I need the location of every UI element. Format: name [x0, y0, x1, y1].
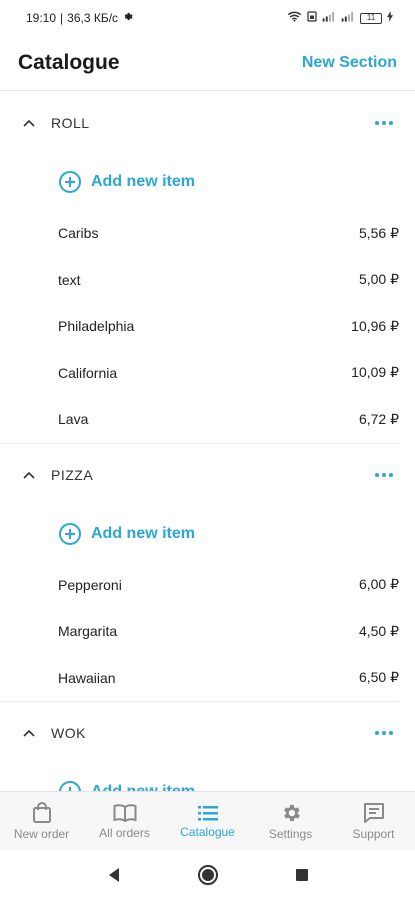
add-circle-icon	[59, 781, 81, 791]
wifi-icon	[287, 11, 302, 25]
nav-label: Settings	[268, 826, 313, 841]
section-title: WOK	[51, 725, 86, 741]
charging-icon	[387, 11, 393, 25]
system-navigation-bar	[0, 850, 415, 900]
recent-apps-icon[interactable]	[290, 863, 314, 887]
list-icon	[197, 804, 219, 822]
page-title: Catalogue	[18, 51, 120, 74]
list-item[interactable]: text 5,00 ₽	[0, 257, 399, 304]
list-item[interactable]: Lava 6,72 ₽	[0, 396, 399, 443]
nav-support[interactable]: Support	[332, 792, 415, 850]
item-price: 4,50 ₽	[358, 622, 399, 639]
list-item[interactable]: Pepperoni 6,00 ₽	[0, 562, 399, 609]
gear-icon	[280, 802, 302, 824]
item-name: Lava	[58, 411, 89, 428]
chevron-up-icon[interactable]	[20, 466, 38, 484]
item-price: 10,09 ₽	[351, 364, 399, 381]
section-header[interactable]: WOK	[0, 702, 399, 764]
nav-label: New order	[13, 826, 70, 841]
section-title: PIZZA	[51, 466, 94, 483]
add-new-item-label: Add new item	[91, 524, 196, 542]
item-price: 10,96 ₽	[351, 317, 399, 334]
section-header[interactable]: PIZZA	[0, 444, 399, 506]
top-app-bar: Catalogue New Section	[0, 36, 415, 91]
item-name: text	[58, 271, 81, 288]
item-price: 6,72 ₽	[358, 410, 399, 427]
nav-label: Catalogue	[180, 824, 235, 839]
section-wok: WOK Add new item	[0, 702, 399, 791]
section-header[interactable]: ROLL	[0, 92, 399, 154]
item-name: Pepperoni	[58, 576, 122, 593]
more-options-icon[interactable]	[371, 725, 397, 741]
shopping-bag-icon	[32, 801, 52, 824]
list-item[interactable]: Hawaiian 6,50 ₽	[0, 655, 399, 702]
nav-catalogue[interactable]: Catalogue	[166, 792, 249, 850]
nav-new-order[interactable]: New order	[0, 792, 83, 850]
item-price: 5,00 ₽	[358, 271, 399, 288]
add-new-item-button[interactable]: Add new item	[0, 154, 399, 210]
nav-label: Support	[352, 826, 395, 841]
more-options-icon[interactable]	[371, 115, 397, 131]
signal-icon	[322, 11, 336, 25]
open-book-icon	[113, 803, 137, 823]
list-item[interactable]: Caribs 5,56 ₽	[0, 210, 399, 257]
add-new-item-button[interactable]: Add new item	[0, 506, 399, 562]
settings-status-icon	[122, 11, 133, 25]
add-new-item-label: Add new item	[91, 783, 195, 791]
item-name: Hawaiian	[58, 669, 116, 686]
status-separator: |	[60, 11, 64, 25]
bottom-navigation: New order All orders Catalogue Settings …	[0, 791, 415, 850]
section-title: ROLL	[51, 115, 90, 131]
back-icon[interactable]	[102, 863, 126, 887]
sim-card-icon	[307, 11, 317, 25]
add-circle-icon	[59, 522, 81, 545]
add-new-item-button[interactable]: Add new item	[0, 764, 399, 791]
status-bar: 19:10 | 36,3 КБ/с 11	[0, 0, 415, 36]
battery-icon: 11	[360, 12, 382, 24]
nav-label: All orders	[99, 825, 150, 840]
item-price: 6,00 ₽	[358, 576, 399, 593]
section-roll: ROLL Add new item Caribs 5,56 ₽ text 5,0…	[0, 92, 399, 444]
home-icon[interactable]	[196, 863, 220, 887]
chevron-up-icon[interactable]	[20, 114, 38, 132]
item-name: Margarita	[58, 623, 118, 640]
item-price: 5,56 ₽	[358, 224, 399, 241]
more-options-icon[interactable]	[371, 467, 397, 483]
nav-all-orders[interactable]: All orders	[83, 792, 166, 850]
add-new-item-label: Add new item	[91, 173, 196, 190]
item-price: 6,50 ₽	[358, 669, 399, 686]
list-item[interactable]: Margarita 4,50 ₽	[0, 608, 399, 655]
catalogue-list[interactable]: ROLL Add new item Caribs 5,56 ₽ text 5,0…	[0, 92, 415, 791]
new-section-button[interactable]: New Section	[302, 54, 397, 72]
list-item[interactable]: California 10,09 ₽	[0, 350, 399, 397]
nav-settings[interactable]: Settings	[249, 792, 332, 850]
chat-icon	[363, 802, 385, 824]
status-network-speed: 36,3 КБ/с	[67, 11, 119, 25]
item-name: Philadelphia	[58, 318, 135, 335]
list-item[interactable]: Philadelphia 10,96 ₽	[0, 303, 399, 350]
status-time: 19:10	[26, 11, 57, 25]
add-circle-icon	[59, 171, 81, 193]
section-pizza: PIZZA Add new item Pepperoni 6,00 ₽ Marg…	[0, 444, 399, 702]
chevron-up-icon[interactable]	[20, 724, 38, 742]
item-name: Caribs	[58, 225, 99, 242]
item-name: California	[58, 364, 118, 381]
signal-icon	[341, 11, 355, 25]
